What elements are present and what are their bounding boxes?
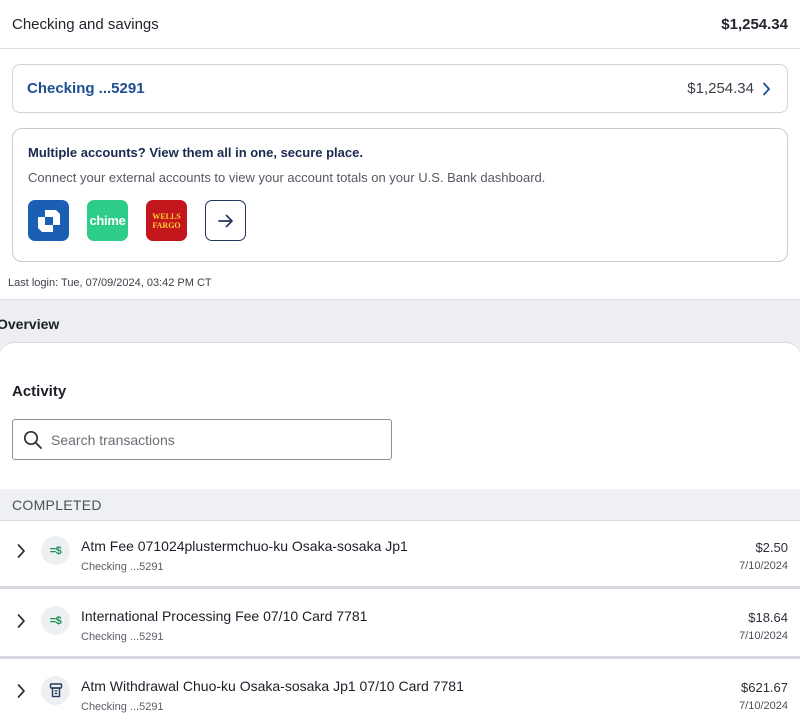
transaction-account: Checking ...5291: [81, 701, 164, 713]
account-row-checking[interactable]: Checking ...5291 $1,254.34: [12, 64, 788, 113]
transaction-account: Checking ...5291: [81, 631, 164, 643]
transaction-row[interactable]: =$ Atm Fee 071024plustermchuo-ku Osaka-s…: [0, 521, 800, 589]
arrow-right-icon: [217, 214, 233, 227]
account-balance: $1,254.34: [687, 80, 754, 97]
transaction-amount: $621.67: [741, 680, 788, 695]
last-login: Last login: Tue, 07/09/2024, 03:42 PM CT: [8, 277, 212, 289]
transaction-date: 7/10/2024: [739, 630, 788, 642]
checking-savings-header: Checking and savings $1,254.34: [0, 0, 800, 49]
search-box[interactable]: [12, 419, 392, 460]
connect-accounts-button[interactable]: [205, 200, 246, 241]
transaction-description: Atm Withdrawal Chuo-ku Osaka-sosaka Jp1 …: [81, 678, 464, 694]
account-balance-group: $1,254.34: [687, 80, 771, 97]
activity-card: Activity COMPLETED =$ Atm Fee 071024plus…: [0, 342, 800, 726]
wells-fargo-logo-text: WELLS FARGO: [152, 211, 181, 230]
transaction-description: Atm Fee 071024plustermchuo-ku Osaka-sosa…: [81, 538, 408, 554]
checking-savings-title: Checking and savings: [12, 15, 159, 33]
account-name[interactable]: Checking ...5291: [27, 80, 145, 97]
chevron-right-icon: [763, 82, 770, 95]
transaction-amount: $18.64: [748, 610, 788, 625]
chime-logo-text: chime: [89, 213, 126, 228]
promo-title: Multiple accounts? View them all in one,…: [28, 145, 363, 160]
chime-logo[interactable]: chime: [87, 200, 128, 241]
completed-section-header: COMPLETED: [0, 489, 800, 521]
search-icon: [23, 430, 42, 449]
search-input[interactable]: [51, 431, 371, 448]
checking-savings-total: $1,254.34: [721, 15, 788, 33]
checking-savings-card: Checking and savings $1,254.34 Checking …: [0, 0, 800, 300]
atm-machine-icon: [49, 683, 62, 698]
chevron-right-icon[interactable]: [16, 543, 26, 559]
fee-icon: =$: [41, 536, 70, 565]
promo-text: Connect your external accounts to view y…: [28, 170, 546, 185]
transaction-account: Checking ...5291: [81, 561, 164, 573]
fee-icon: =$: [41, 606, 70, 635]
external-accounts-promo: Multiple accounts? View them all in one,…: [12, 128, 788, 262]
transaction-row[interactable]: Atm Withdrawal Chuo-ku Osaka-sosaka Jp1 …: [0, 661, 800, 726]
activity-title: Activity: [12, 383, 67, 400]
transaction-row[interactable]: =$ International Processing Fee 07/10 Ca…: [0, 591, 800, 659]
transaction-date: 7/10/2024: [739, 560, 788, 572]
chase-logo[interactable]: [28, 200, 69, 241]
bank-logos: chime WELLS FARGO: [28, 200, 772, 241]
atm-icon: [41, 676, 70, 705]
wells-fargo-logo[interactable]: WELLS FARGO: [146, 200, 187, 241]
transaction-description: International Processing Fee 07/10 Card …: [81, 608, 368, 624]
transaction-date: 7/10/2024: [739, 700, 788, 712]
chevron-right-icon[interactable]: [16, 683, 26, 699]
chevron-right-icon[interactable]: [16, 613, 26, 629]
overview-label: Overview: [0, 316, 60, 332]
transaction-amount: $2.50: [755, 540, 788, 555]
chase-octagon-icon: [37, 209, 60, 232]
